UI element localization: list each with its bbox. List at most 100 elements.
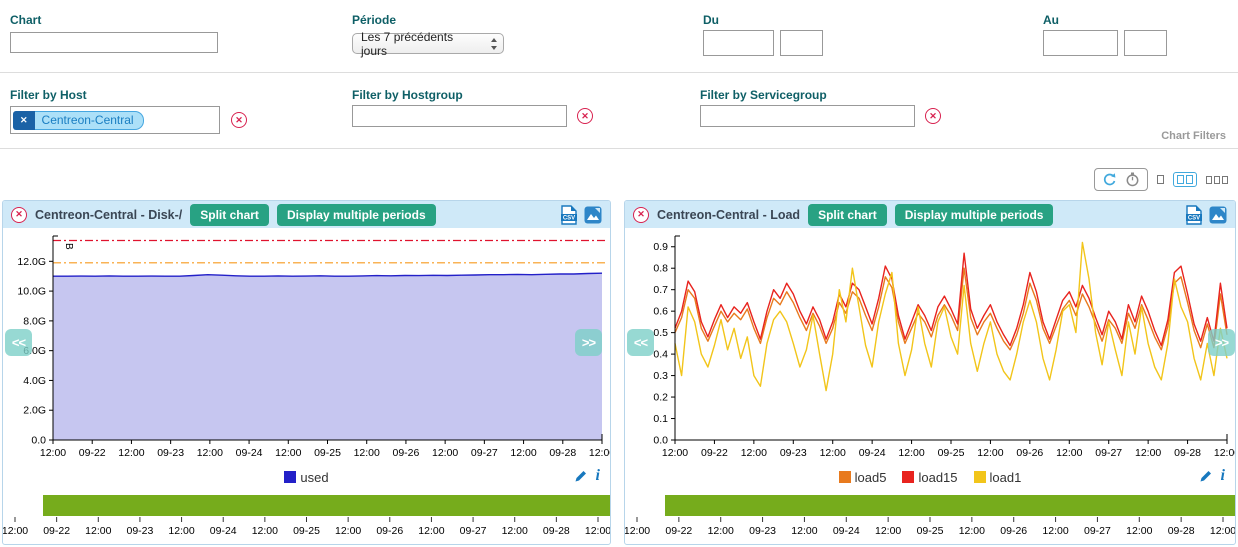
svg-text:12:00: 12:00 [898,447,924,459]
layout-two-columns-icon[interactable] [1173,172,1197,187]
svg-text:12:00: 12:00 [85,525,111,537]
info-icon[interactable]: i [1221,467,1225,485]
timer-icon[interactable] [1125,172,1140,187]
chart-plot[interactable]: 0.00.10.20.30.40.50.60.70.80.912:0009-22… [625,228,1235,462]
display-multiple-periods-button[interactable]: Display multiple periods [895,204,1054,226]
servicegroup-filter-input[interactable] [700,105,915,127]
timeline-selector[interactable]: 12:0009-2212:0009-2312:0009-2412:0009-25… [3,495,610,541]
svg-text:09-25: 09-25 [293,525,320,537]
svg-text:09-24: 09-24 [210,525,237,537]
refresh-icon[interactable] [1102,172,1117,187]
svg-text:0.3: 0.3 [653,370,668,382]
legend-item-used[interactable]: used [284,470,328,485]
svg-text:12:00: 12:00 [1126,525,1152,537]
periode-select-value: Les 7 précédents jours [361,30,482,58]
hostgroup-filter-clear-icon[interactable]: ✕ [577,108,593,124]
legend-label: load15 [918,470,957,485]
export-image-icon[interactable] [1209,206,1227,224]
svg-text:0.6: 0.6 [653,306,668,318]
svg-text:09-22: 09-22 [665,525,692,537]
filter-by-host-label: Filter by Host [10,88,87,102]
svg-text:B: B [63,243,74,250]
filter-divider-top [0,72,1238,73]
remove-chart-icon[interactable]: ✕ [11,207,27,223]
svg-text:0.0: 0.0 [31,435,46,447]
svg-text:2.0G: 2.0G [23,405,46,417]
chart-panel-disk: ✕ Centreon-Central - Disk-/ Split chart … [2,200,611,545]
svg-text:12:00: 12:00 [252,525,278,537]
svg-text:12:00: 12:00 [820,447,846,459]
filter-divider-bottom [0,148,1238,149]
svg-text:0.9: 0.9 [653,241,668,253]
du-date-input[interactable] [703,30,774,56]
host-filter-input[interactable]: ✕ Centreon-Central [10,106,220,134]
legend-item-load5[interactable]: load5 [839,470,887,485]
edit-pencil-icon[interactable] [574,469,588,483]
legend-swatch [902,471,914,483]
svg-text:09-23: 09-23 [157,447,184,459]
svg-text:12:00: 12:00 [168,525,194,537]
legend-label: load1 [990,470,1022,485]
svg-text:09-26: 09-26 [1016,447,1043,459]
svg-text:4.0G: 4.0G [23,375,46,387]
export-image-icon[interactable] [584,206,602,224]
periode-select[interactable]: Les 7 précédents jours [352,33,504,54]
timeline-selector[interactable]: 12:0009-2212:0009-2312:0009-2412:0009-25… [625,495,1235,541]
legend-item-load15[interactable]: load15 [902,470,957,485]
svg-text:12:00: 12:00 [197,447,223,459]
filter-by-hostgroup-label: Filter by Hostgroup [352,88,463,102]
du-label: Du [703,13,719,27]
layout-one-column-icon[interactable] [1157,175,1164,184]
svg-text:09-25: 09-25 [938,447,965,459]
svg-text:09-22: 09-22 [701,447,728,459]
host-tag-label: Centreon-Central [35,111,144,130]
chart-filter-input[interactable] [10,32,218,53]
edit-pencil-icon[interactable] [1199,469,1213,483]
export-csv-icon[interactable]: CSV [560,205,578,225]
au-time-input[interactable] [1124,30,1167,56]
svg-text:09-27: 09-27 [471,447,498,459]
svg-text:09-26: 09-26 [1000,525,1027,537]
svg-text:09-23: 09-23 [749,525,776,537]
host-tag-remove-icon[interactable]: ✕ [13,111,35,130]
svg-text:12:00: 12:00 [959,525,985,537]
du-time-input[interactable] [780,30,823,56]
svg-text:12.0G: 12.0G [17,256,46,268]
hostgroup-filter-input[interactable] [352,105,567,127]
split-chart-button[interactable]: Split chart [808,204,887,226]
svg-text:CSV: CSV [1188,215,1200,221]
chart-filter-label: Chart [10,13,41,27]
page: Chart Période Les 7 précédents jours Du … [0,0,1238,547]
info-icon[interactable]: i [596,467,600,485]
split-chart-button[interactable]: Split chart [190,204,269,226]
svg-text:12:00: 12:00 [510,447,536,459]
layout-three-columns-icon[interactable] [1206,176,1228,184]
svg-text:09-26: 09-26 [376,525,403,537]
remove-chart-icon[interactable]: ✕ [633,207,649,223]
scroll-right-button[interactable]: >> [1208,329,1235,356]
legend-item-load1[interactable]: load1 [974,470,1022,485]
export-csv-icon[interactable]: CSV [1185,205,1203,225]
svg-text:12:00: 12:00 [335,525,361,537]
svg-text:12:00: 12:00 [589,447,610,459]
svg-text:12:00: 12:00 [741,447,767,459]
svg-text:10.0G: 10.0G [17,286,46,298]
scroll-right-button[interactable]: >> [575,329,602,356]
display-multiple-periods-button[interactable]: Display multiple periods [277,204,436,226]
au-date-input[interactable] [1043,30,1118,56]
scroll-left-button[interactable]: << [627,329,654,356]
svg-text:0.4: 0.4 [653,349,668,361]
servicegroup-filter-clear-icon[interactable]: ✕ [925,108,941,124]
legend-swatch [974,471,986,483]
host-filter-clear-icon[interactable]: ✕ [231,112,247,128]
svg-text:09-24: 09-24 [236,447,263,459]
svg-text:09-22: 09-22 [79,447,106,459]
svg-text:09-24: 09-24 [833,525,860,537]
panel-header: ✕ Centreon-Central - Load Split chart Di… [625,201,1235,228]
refresh-group [1094,168,1148,191]
chart-plot[interactable]: 0.02.0G4.0G6.0G8.0G10.0G12.0G12:0009-221… [3,228,610,462]
svg-text:12:00: 12:00 [502,525,528,537]
svg-text:09-25: 09-25 [314,447,341,459]
scroll-left-button[interactable]: << [5,329,32,356]
svg-text:09-27: 09-27 [1084,525,1111,537]
